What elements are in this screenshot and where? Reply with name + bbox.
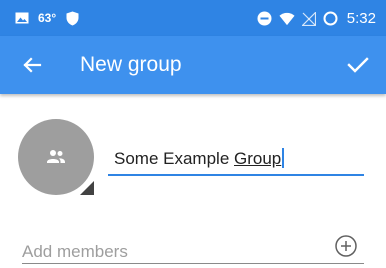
avatar-edit-corner-icon [80, 181, 94, 195]
app-bar: New group [0, 36, 386, 94]
battery-ring-icon [323, 11, 339, 27]
group-name-value-composing: Group [234, 149, 282, 168]
add-member-button[interactable] [334, 234, 358, 258]
page-title: New group [80, 53, 182, 76]
shield-icon [64, 10, 80, 26]
wifi-icon [279, 11, 295, 27]
group-name-input[interactable]: Some Example Group [108, 140, 364, 176]
do-not-disturb-icon [257, 11, 273, 27]
group-name-value-prefix: Some Example [114, 149, 234, 168]
input-underline [22, 263, 364, 264]
temperature-text: 63° [38, 11, 57, 25]
input-underline [108, 174, 364, 176]
add-circle-icon [335, 235, 357, 257]
add-members-input[interactable]: Add members [22, 234, 364, 264]
arrow-back-icon [23, 57, 42, 73]
back-button[interactable] [18, 51, 46, 79]
check-icon [347, 57, 369, 73]
group-icon [47, 150, 65, 163]
image-icon [14, 10, 30, 26]
confirm-button[interactable] [344, 51, 372, 79]
signal-off-icon [301, 11, 317, 27]
status-bar: 63° 5:32 [0, 0, 386, 36]
add-members-placeholder: Add members [22, 242, 128, 261]
text-caret [282, 148, 285, 168]
clock-text: 5:32 [346, 10, 376, 27]
